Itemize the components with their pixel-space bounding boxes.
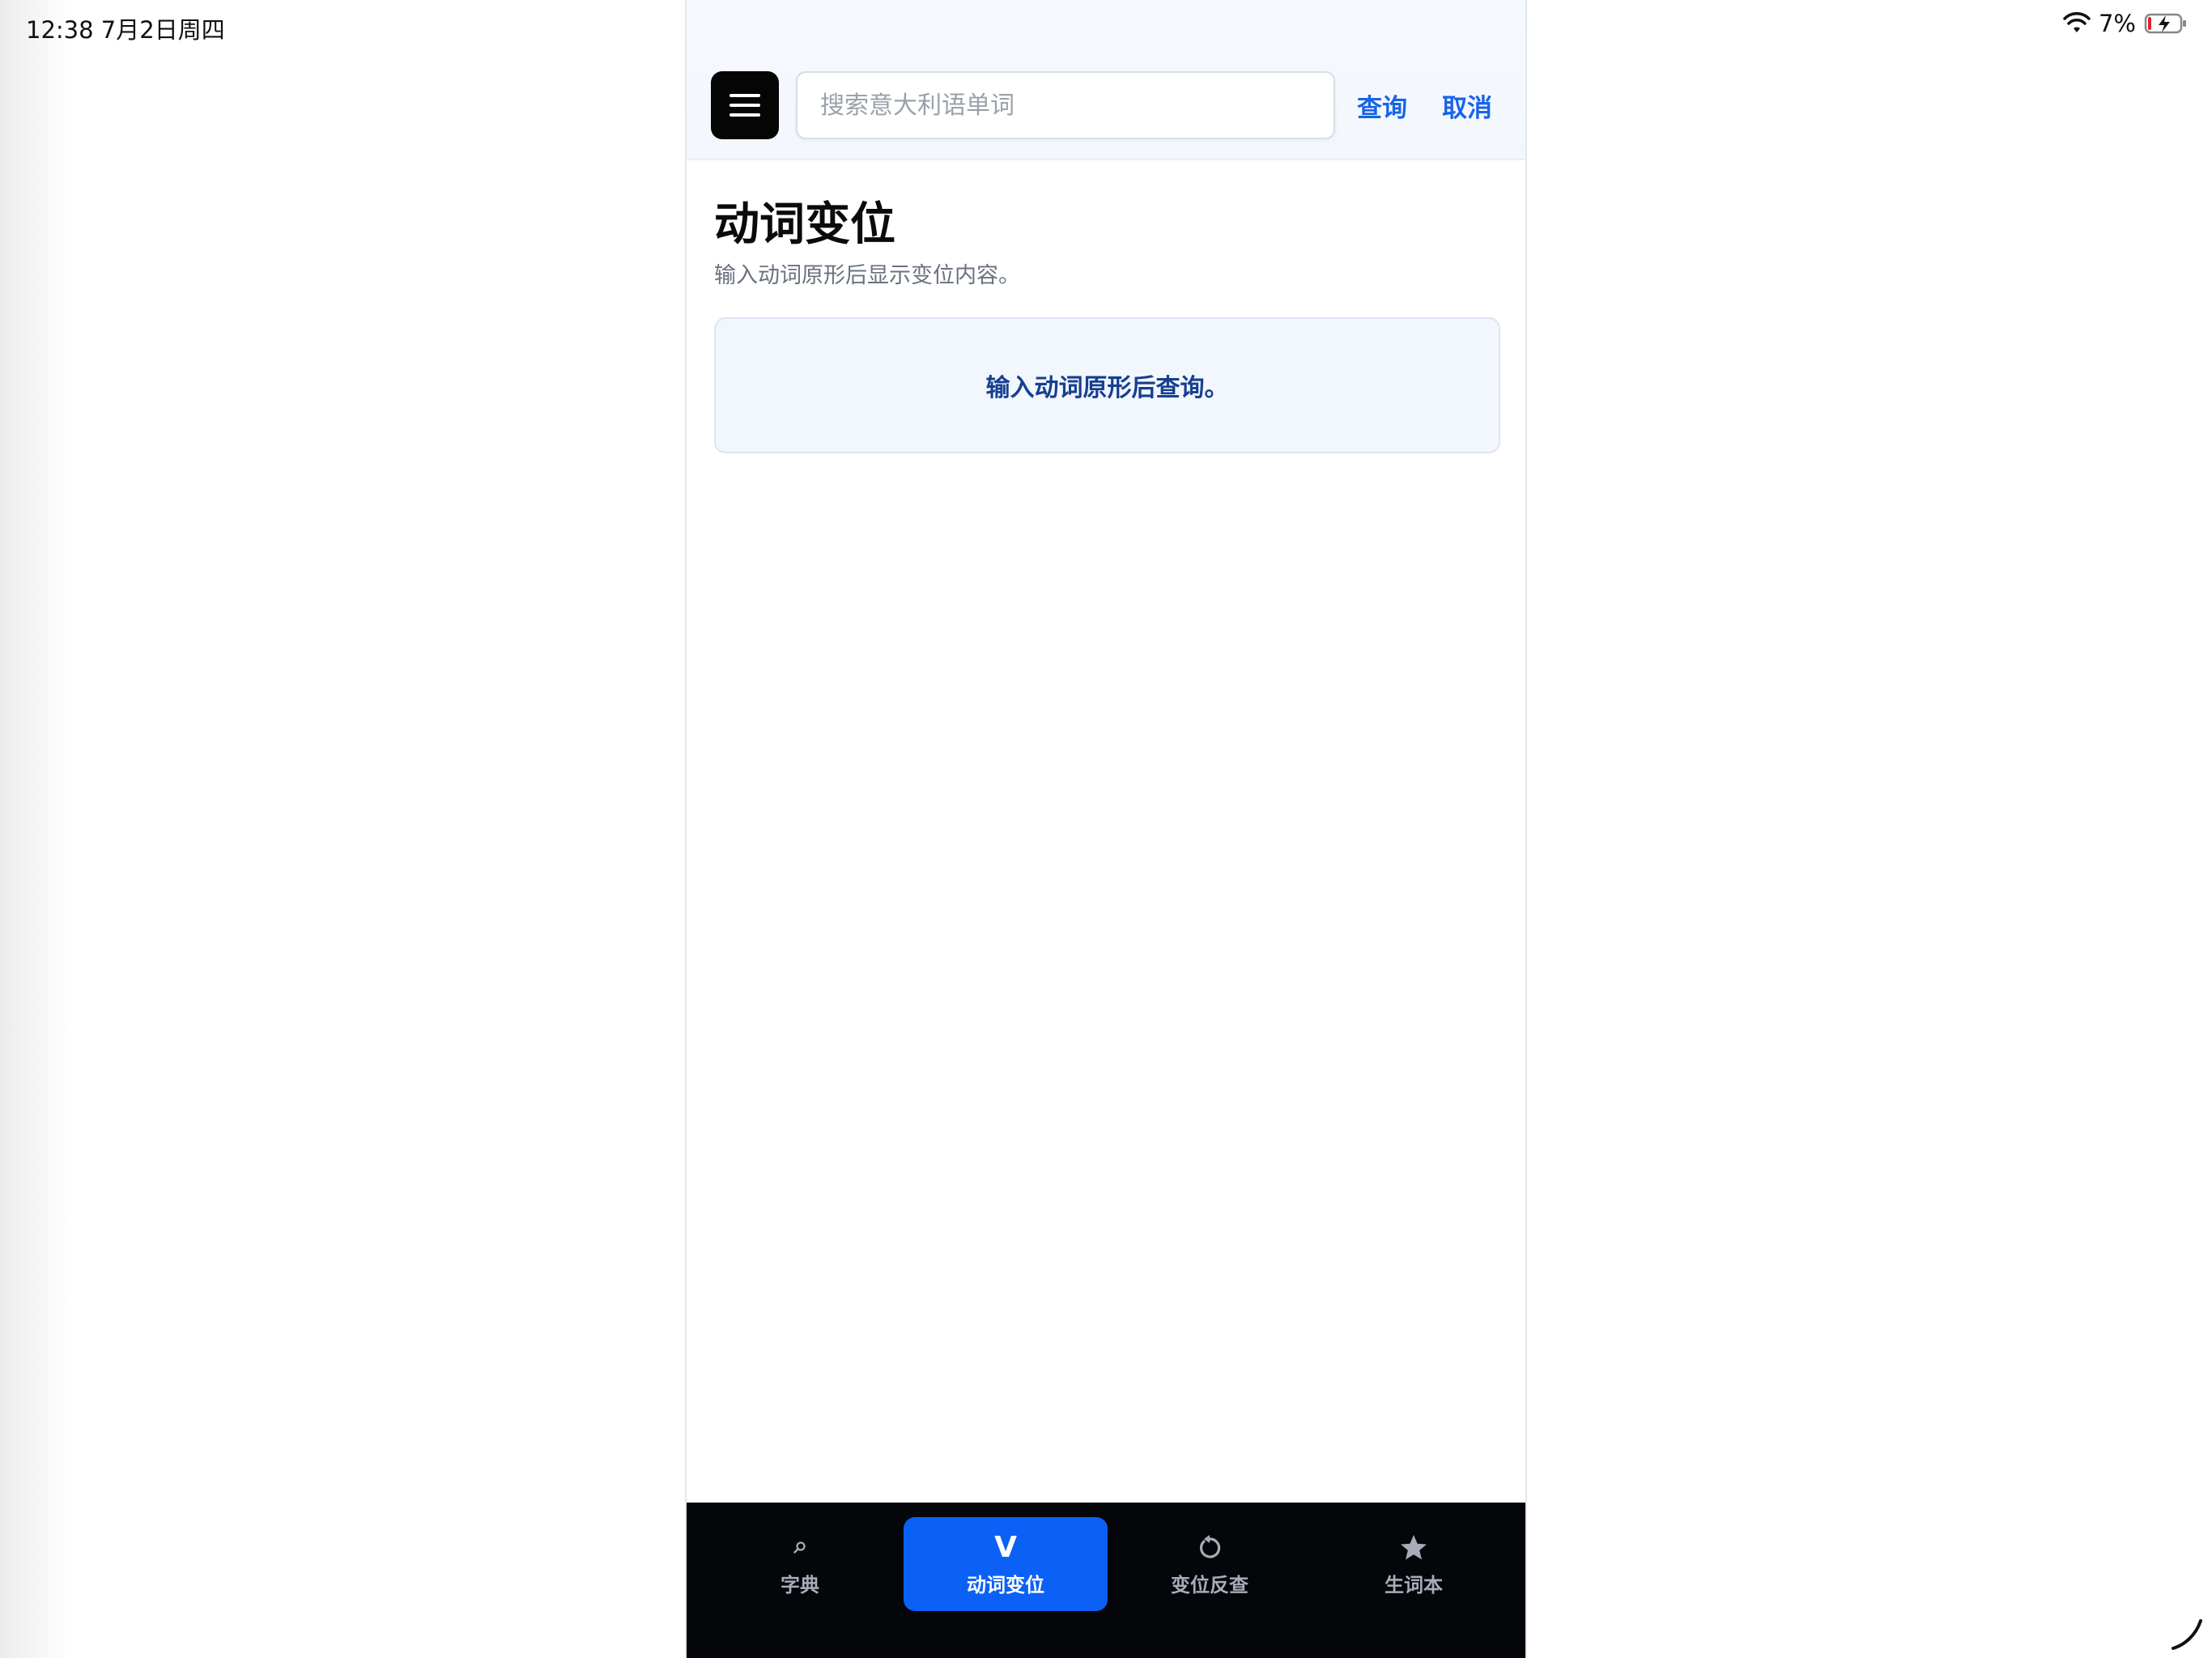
search-input[interactable] [796, 71, 1335, 139]
battery-charging-icon [2144, 13, 2186, 34]
nav-label: 动词变位 [967, 1573, 1044, 1596]
search-icon [793, 1532, 807, 1564]
page-title: 动词变位 [714, 198, 895, 251]
hint-text: 输入动词原形后查询。 [985, 374, 1229, 402]
nav-item-dictionary[interactable]: 字典 [698, 1517, 902, 1611]
cancel-button[interactable]: 取消 [1442, 87, 1492, 124]
page-subtitle: 输入动词原形后显示变位内容。 [714, 263, 1020, 288]
nav-item-vocabulary-book[interactable]: 生词本 [1312, 1517, 1516, 1611]
star-icon [1399, 1532, 1428, 1564]
nav-item-verb-conjugation[interactable]: V 动词变位 [904, 1517, 1108, 1611]
nav-label: 字典 [781, 1573, 819, 1596]
app-window: 查询 取消 动词变位 输入动词原形后显示变位内容。 输入动词原形后查询。 字典 … [685, 0, 1527, 1658]
status-time-date: 12:38 7月2日周四 [26, 16, 225, 44]
query-button[interactable]: 查询 [1357, 87, 1407, 124]
status-indicators: 7% [2063, 10, 2188, 37]
hamburger-icon [730, 94, 760, 117]
wifi-icon [2063, 12, 2091, 32]
corner-gesture-icon [2172, 1619, 2202, 1650]
nav-item-reverse-lookup[interactable]: 变位反查 [1108, 1517, 1312, 1611]
nav-label: 变位反查 [1171, 1573, 1249, 1596]
rotate-icon [1196, 1532, 1223, 1564]
menu-button[interactable] [711, 71, 779, 139]
battery-percentage: 7% [2098, 10, 2136, 37]
v-letter-icon: V [994, 1531, 1017, 1564]
bottom-nav: 字典 V 动词变位 变位反查 生词本 [687, 1503, 1525, 1658]
screen: 12:38 7月2日周四 7% 查询 取消 [0, 0, 2212, 1658]
left-edge-shadow [0, 0, 73, 1658]
empty-state-hint: 输入动词原形后查询。 [714, 317, 1500, 453]
search-header: 查询 取消 [687, 0, 1525, 160]
nav-label: 生词本 [1385, 1573, 1443, 1596]
